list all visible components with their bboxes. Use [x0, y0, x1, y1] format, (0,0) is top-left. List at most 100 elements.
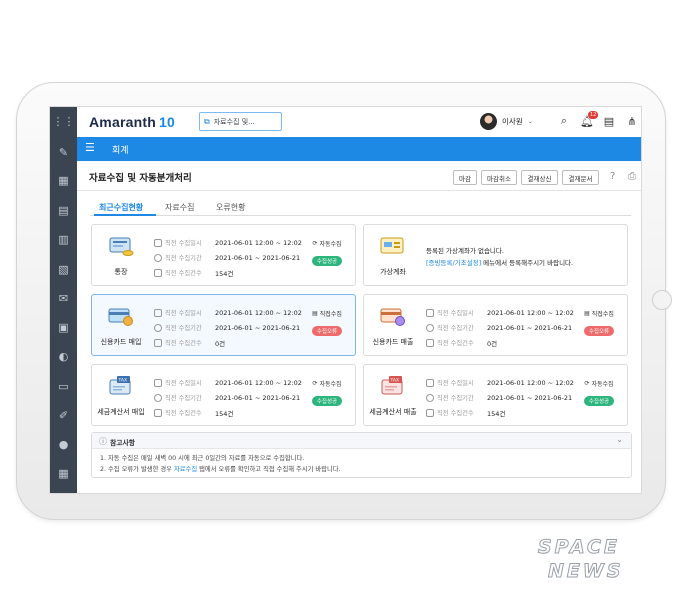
- calendar-icon: [426, 378, 434, 387]
- clock-icon: [154, 393, 162, 402]
- card-tax-invoice-purchase[interactable]: TAX 세금계산서 매입 직전 수집일시 2021-06-01 12:00 ~ 1…: [91, 364, 356, 426]
- bell-icon[interactable]: 🔔︎ 12: [580, 111, 599, 128]
- card-virtual-account[interactable]: 가상계좌 등록된 가상계좌가 없습니다. [증빙등록/기초설정] 메뉴에서 등록…: [363, 224, 628, 286]
- page-title: 자료수집 및 자동분개처리: [89, 173, 192, 184]
- clock-icon: [154, 323, 162, 332]
- manual-icon: ▤: [584, 310, 590, 317]
- count-value: 0건: [215, 339, 226, 348]
- module-title: 회계: [112, 146, 129, 156]
- org-chart-icon[interactable]: ⋔: [625, 114, 639, 128]
- status-badge: 수집성공: [311, 256, 343, 266]
- bank-book-icon: [109, 237, 134, 256]
- card-bankbook[interactable]: 통장 직전 수집일시 2021-06-01 12:00 ~ 12:02 직전 수집…: [91, 224, 356, 286]
- tax-invoice-icon: TAX: [381, 376, 403, 395]
- clipboard-icon[interactable]: ▥: [55, 231, 72, 248]
- apps-grid-icon[interactable]: ⋮⋮: [53, 113, 75, 130]
- card-credit-card-sales[interactable]: 신용카드 매출 직전 수집일시 2021-06-01 12:00 ~ 12:02 …: [363, 294, 628, 356]
- card-label: 세금계산서 매입: [97, 408, 145, 416]
- calculator-icon[interactable]: ▦: [55, 465, 72, 482]
- notes-line-1: 1. 자동 수집은 매일 새벽 00 시에 최근 0일간의 자료를 자동으로 수…: [100, 455, 305, 462]
- card-tax-invoice-sales[interactable]: TAX 세금계산서 매출 직전 수집일시 2021-06-01 12:00 ~ 1…: [363, 364, 628, 426]
- field-label: 직전 수집일시: [437, 380, 474, 387]
- field-label: 직전 수집기간: [437, 395, 474, 402]
- list-icon: [154, 408, 162, 417]
- field-label: 직전 수집일시: [165, 240, 202, 247]
- data-collection-link[interactable]: 자료수집: [174, 466, 197, 473]
- edit-document-icon[interactable]: ✐: [55, 407, 72, 424]
- card-label: 신용카드 매출: [372, 338, 414, 346]
- field-label: 직전 수집기간: [437, 325, 474, 332]
- notes-title: 참고사항: [110, 439, 136, 447]
- shortcut-label: 자료수집 및...: [213, 117, 255, 126]
- manual-icon: ▤: [312, 310, 318, 317]
- mode-label: 직접수집: [319, 311, 342, 318]
- settings-link[interactable]: [증빙등록/기초설정]: [426, 259, 481, 267]
- count-value: 154건: [215, 409, 234, 418]
- shortcut-tab[interactable]: ⧉ 자료수집 및...: [199, 112, 282, 131]
- notes-header[interactable]: ⓘ 참고사항 ⌄: [92, 433, 631, 449]
- calendar-icon: [154, 308, 162, 317]
- collected-at-value: 2021-06-01 12:00 ~ 12:02: [487, 378, 574, 387]
- user-menu[interactable]: 이사원 ⌄: [480, 113, 533, 130]
- auto-sync-icon: ⟳: [584, 380, 590, 387]
- tab-recent-status[interactable]: 최근수집현황: [99, 202, 143, 213]
- card-credit-card-purchase[interactable]: 신용카드 매입 직전 수집일시 2021-06-01 12:00 ~ 12:02 …: [91, 294, 356, 356]
- watermark-line-2: NEWS: [548, 560, 624, 583]
- svg-text:TAX: TAX: [118, 378, 128, 384]
- home-button[interactable]: [652, 290, 672, 310]
- list-icon: [154, 338, 162, 347]
- watermark-line-1: SPACE: [538, 536, 620, 559]
- close-period-button[interactable]: 마감: [453, 170, 477, 185]
- clock-icon: [154, 253, 162, 262]
- tab-data-collection[interactable]: 자료수집: [165, 202, 194, 213]
- field-label: 직전 수집기간: [165, 255, 202, 262]
- calendar-icon: [154, 378, 162, 387]
- chevron-down-icon[interactable]: ⌄: [616, 435, 623, 444]
- search-icon[interactable]: ⌕: [557, 114, 571, 128]
- help-icon[interactable]: ?: [610, 171, 615, 182]
- monitor-icon[interactable]: ▭: [55, 378, 72, 395]
- period-value: 2021-06-01 ~ 2021-06-21: [215, 393, 301, 402]
- collection-status: ⟳ 자동수집 수집성공: [307, 379, 347, 407]
- period-value: 2021-06-01 ~ 2021-06-21: [215, 253, 301, 262]
- status-badge: 수집성공: [311, 396, 343, 406]
- field-label: 직전 수집건수: [165, 340, 202, 347]
- clock-icon: [426, 323, 434, 332]
- period-value: 2021-06-01 ~ 2021-06-21: [215, 323, 301, 332]
- user-name: 이사원: [502, 117, 523, 126]
- memo-icon[interactable]: ▤: [602, 114, 616, 128]
- toggle-icon[interactable]: ◐: [55, 348, 72, 365]
- field-label: 직전 수집기간: [165, 325, 202, 332]
- auto-sync-icon: ⟳: [312, 240, 318, 247]
- mail-icon[interactable]: ✉: [55, 290, 72, 307]
- empty-message: 등록된 가상계좌가 없습니다. [증빙등록/기초설정] 메뉴에서 등록해주시기 …: [426, 245, 573, 269]
- id-card-icon[interactable]: ▣: [55, 319, 72, 336]
- count-value: 0건: [487, 339, 498, 348]
- print-icon[interactable]: ⎙: [628, 171, 636, 182]
- field-label: 직전 수집건수: [437, 410, 474, 417]
- tab-error-status[interactable]: 오류현황: [216, 202, 245, 213]
- calendar-icon[interactable]: ▦: [55, 172, 72, 189]
- calendar-check-icon[interactable]: ▤: [55, 202, 72, 219]
- collection-status: ▤ 직접수집 수집오류: [307, 309, 347, 337]
- submit-approval-button[interactable]: 결재상신: [521, 170, 558, 185]
- approval-docs-button[interactable]: 결재문서: [562, 170, 599, 185]
- pen-icon[interactable]: ✎: [55, 144, 72, 161]
- svg-text:TAX: TAX: [390, 378, 400, 384]
- collected-at-value: 2021-06-01 12:00 ~ 12:02: [215, 308, 302, 317]
- cancel-close-button[interactable]: 마감취소: [481, 170, 517, 185]
- card-label: 통장: [114, 268, 128, 276]
- credit-card-icon: [380, 308, 405, 326]
- notes-text: 2. 수집 오류가 발생한 경우: [100, 466, 174, 473]
- tax-invoice-icon: TAX: [109, 376, 131, 395]
- app-logo[interactable]: Amaranth 10: [89, 114, 175, 130]
- status-badge: 수집성공: [583, 396, 615, 406]
- field-label: 직전 수집일시: [437, 310, 474, 317]
- hamburger-menu-icon[interactable]: ☰: [85, 141, 95, 154]
- document-icon[interactable]: ▧: [55, 261, 72, 278]
- list-icon: [154, 268, 162, 277]
- count-value: 154건: [487, 409, 506, 418]
- mode-label: 자동수집: [319, 241, 342, 248]
- field-label: 직전 수집건수: [437, 340, 474, 347]
- person-icon[interactable]: ●: [55, 436, 72, 453]
